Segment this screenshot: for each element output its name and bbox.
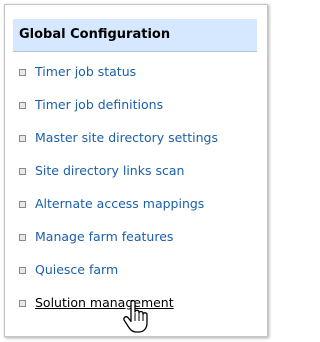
list-item-master-site-directory-settings[interactable]: Master site directory settings (19, 129, 218, 162)
list-item-timer-job-status[interactable]: Timer job status (19, 63, 218, 96)
site-directory-links-scan-link[interactable]: Site directory links scan (35, 162, 184, 179)
list-item-quiesce-farm[interactable]: Quiesce farm (19, 261, 218, 294)
alternate-access-mappings-link[interactable]: Alternate access mappings (35, 195, 204, 212)
square-bullet-icon (19, 267, 26, 274)
timer-job-status-link[interactable]: Timer job status (35, 63, 136, 80)
panel-header: Global Configuration (13, 19, 257, 52)
square-bullet-icon (19, 234, 26, 241)
square-bullet-icon (19, 300, 26, 307)
list-item-timer-job-definitions[interactable]: Timer job definitions (19, 96, 218, 129)
list-item-solution-management[interactable]: Solution management (19, 294, 218, 327)
timer-job-definitions-link[interactable]: Timer job definitions (35, 96, 163, 113)
solution-management-link[interactable]: Solution management (35, 294, 174, 311)
list-item-alternate-access-mappings[interactable]: Alternate access mappings (19, 195, 218, 228)
manage-farm-features-link[interactable]: Manage farm features (35, 228, 173, 245)
square-bullet-icon (19, 102, 26, 109)
panel-title: Global Configuration (19, 27, 171, 42)
global-configuration-panel: Global Configuration Timer job status Ti… (4, 4, 268, 337)
square-bullet-icon (19, 135, 26, 142)
quiesce-farm-link[interactable]: Quiesce farm (35, 261, 118, 278)
square-bullet-icon (19, 201, 26, 208)
master-site-directory-settings-link[interactable]: Master site directory settings (35, 129, 218, 146)
square-bullet-icon (19, 69, 26, 76)
list-item-site-directory-links-scan[interactable]: Site directory links scan (19, 162, 218, 195)
link-list: Timer job status Timer job definitions M… (19, 63, 218, 327)
list-item-manage-farm-features[interactable]: Manage farm features (19, 228, 218, 261)
square-bullet-icon (19, 168, 26, 175)
